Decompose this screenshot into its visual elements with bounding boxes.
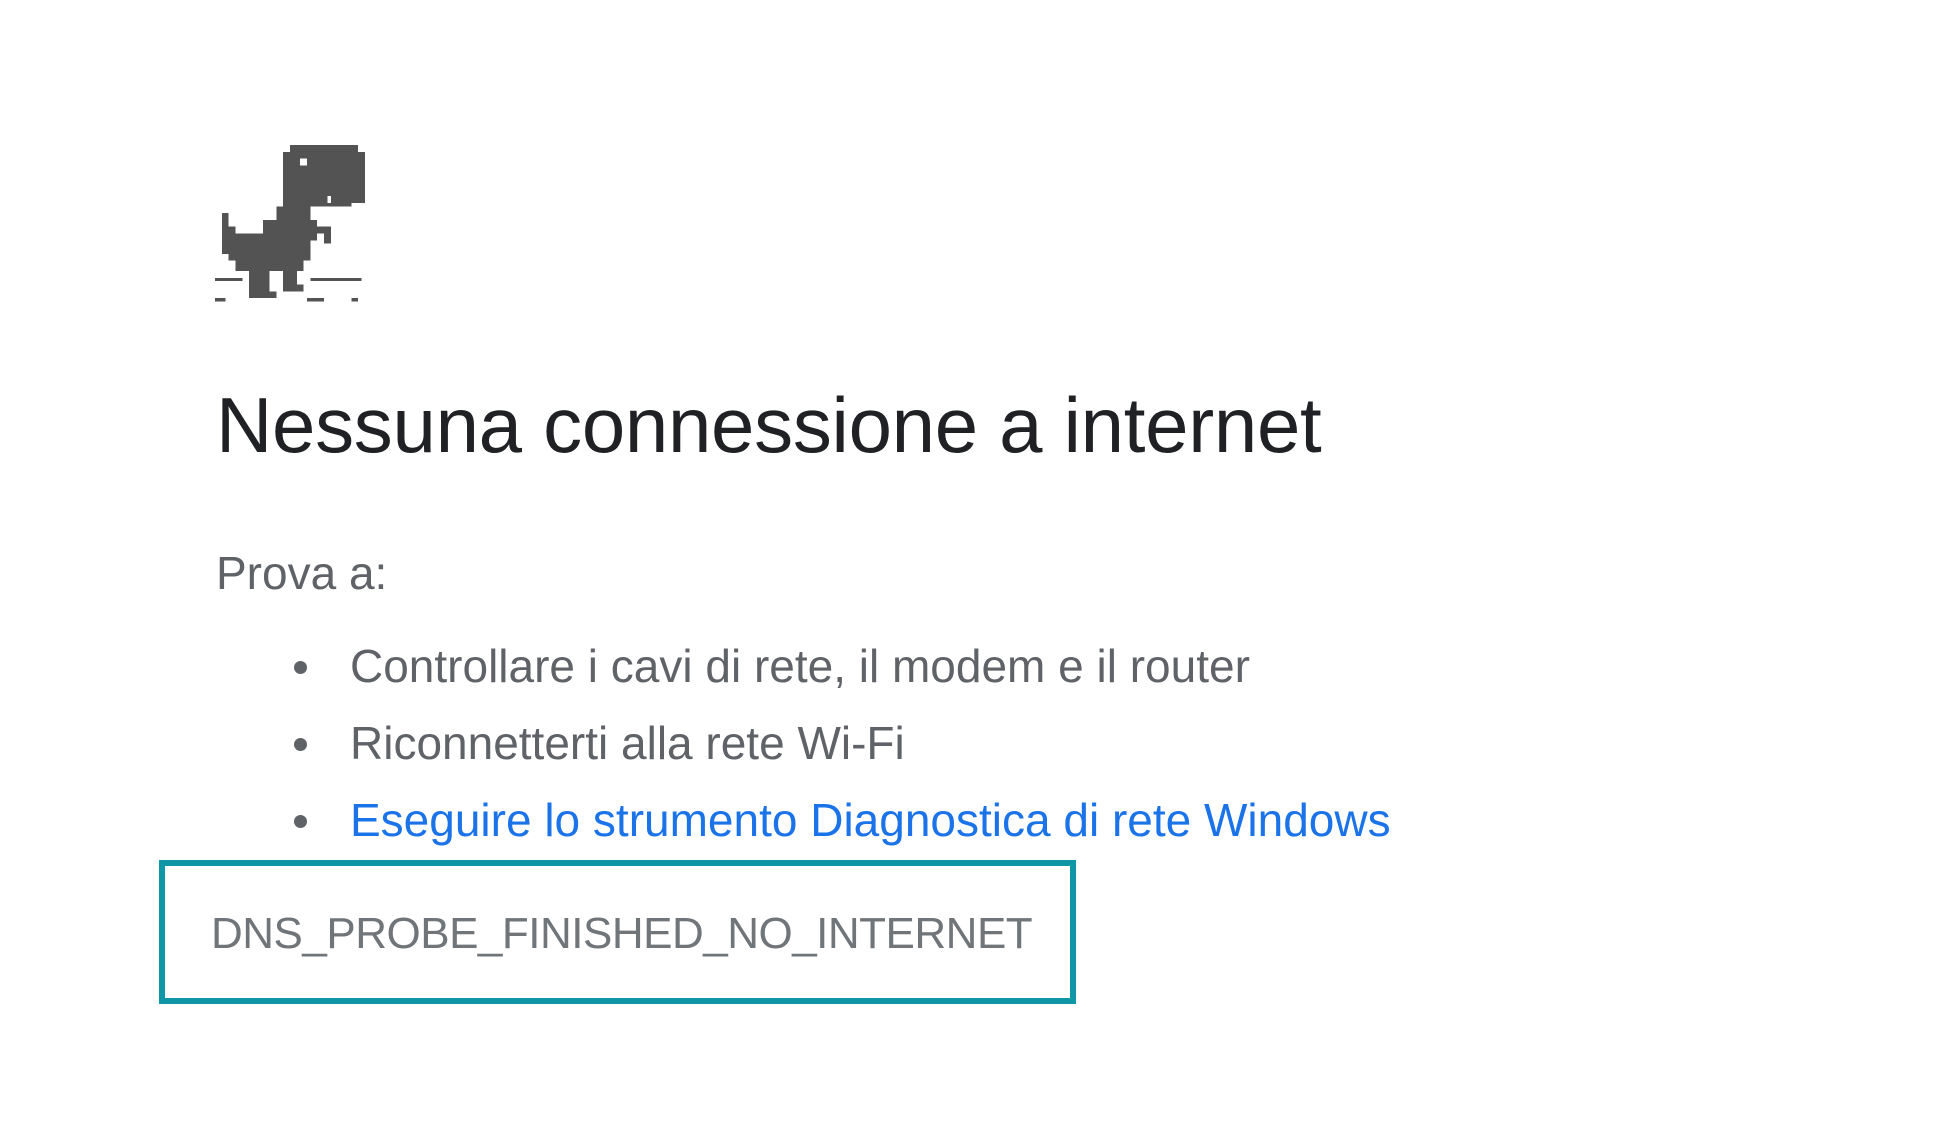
bullet-icon [294,815,307,828]
suggestions-heading: Prova a: [216,547,388,599]
error-code-highlight-box: DNS_PROBE_FINISHED_NO_INTERNET [159,860,1076,1004]
list-item: Riconnetterti alla rete Wi-Fi [294,705,1391,782]
error-code: DNS_PROBE_FINISHED_NO_INTERNET [211,909,1033,958]
list-item: Controllare i cavi di rete, il modem e i… [294,628,1391,705]
suggestions-list: Controllare i cavi di rete, il modem e i… [294,628,1391,859]
bullet-icon [294,738,307,751]
suggestion-check-cables: Controllare i cavi di rete, il modem e i… [350,640,1250,692]
suggestion-reconnect-wifi: Riconnetterti alla rete Wi-Fi [350,717,905,769]
offline-dino-icon[interactable] [210,145,370,305]
page-title: Nessuna connessione a internet [216,381,1322,469]
network-diagnostics-link[interactable]: Eseguire lo strumento Diagnostica di ret… [294,794,1391,846]
list-item: Eseguire lo strumento Diagnostica di ret… [294,782,1391,859]
bullet-icon [294,661,307,674]
dino-graphic [215,145,365,302]
